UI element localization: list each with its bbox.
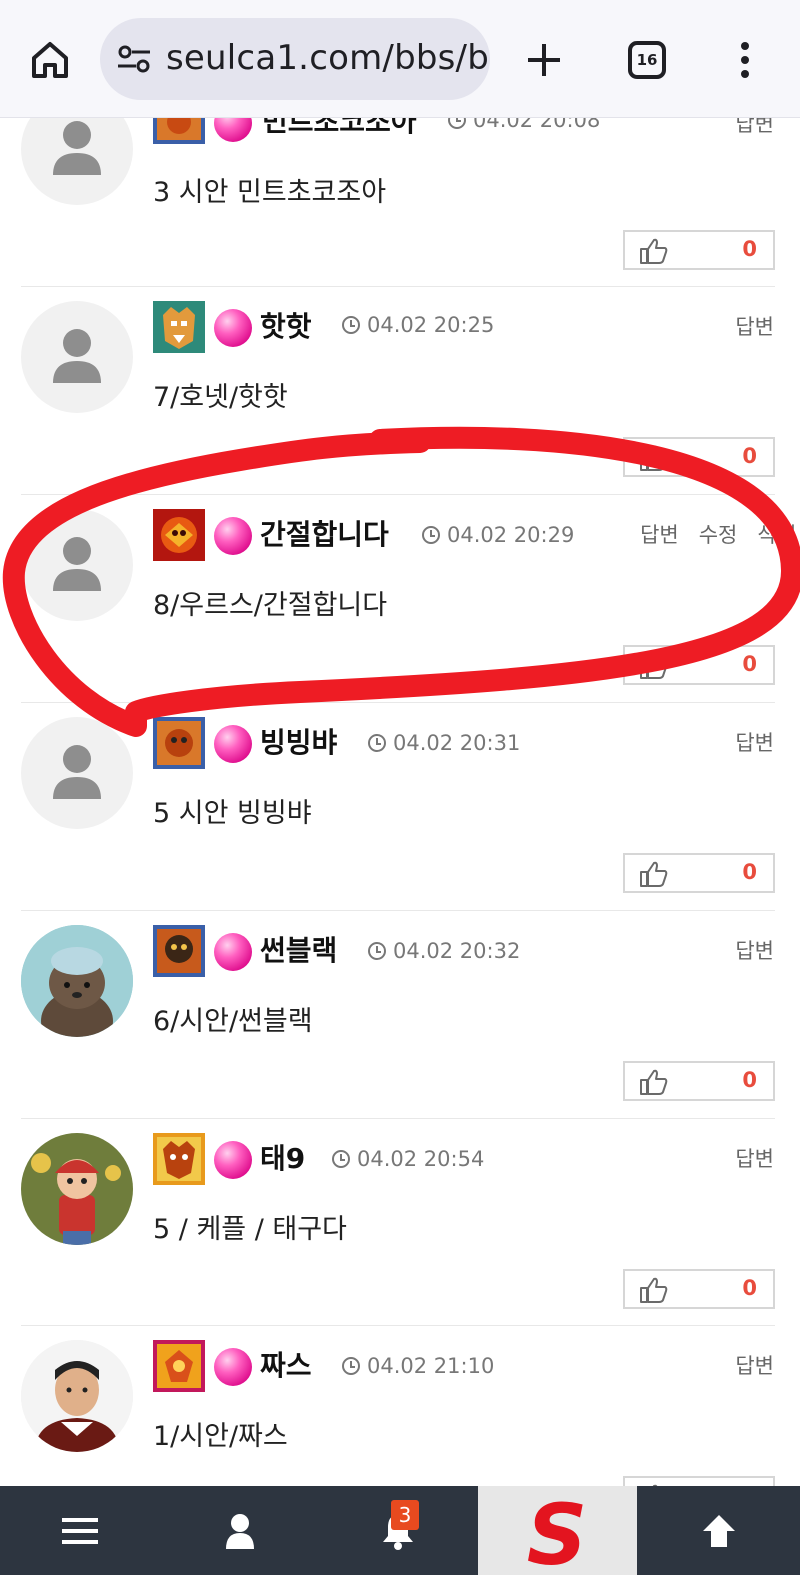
- new-tab-icon[interactable]: [522, 38, 566, 82]
- comment-time: 04.02 20:32: [368, 939, 520, 963]
- comment-author[interactable]: 태9: [260, 1137, 305, 1177]
- browser-toolbar: seulca1.com/bbs/b 16: [0, 0, 800, 118]
- avatar[interactable]: [21, 301, 133, 413]
- level-icon: [153, 301, 205, 353]
- site-settings-icon[interactable]: [116, 42, 152, 76]
- thumbs-up-icon: [640, 653, 668, 679]
- reply-button[interactable]: 답변: [735, 315, 774, 339]
- comment-time: 04.02 20:31: [368, 731, 520, 755]
- comment-item: 핫핫 04.02 20:25 답변 7/호넷/핫핫 0: [0, 287, 800, 495]
- level-icon: [153, 717, 205, 769]
- avatar[interactable]: [21, 1340, 133, 1452]
- thumbs-up-icon: [640, 1277, 668, 1303]
- profile-button[interactable]: [160, 1486, 320, 1575]
- comment-content: 5 시안 빙빙뱌: [153, 798, 312, 829]
- comment-content: 7/호넷/핫핫: [153, 382, 288, 413]
- like-count: 0: [742, 1276, 757, 1300]
- like-button[interactable]: 0: [623, 645, 775, 685]
- thumbs-up-icon: [640, 238, 668, 264]
- like-count: 0: [742, 652, 757, 676]
- site-logo: S: [527, 1486, 588, 1575]
- tab-switcher-button[interactable]: 16: [628, 41, 666, 79]
- member-grade-icon: [214, 1141, 252, 1179]
- avatar[interactable]: [21, 1133, 133, 1245]
- comment-item: 썬블랙 04.02 20:32 답변 6/시안/썬블랙 0: [0, 911, 800, 1119]
- member-grade-icon: [214, 309, 252, 347]
- comment-actions: 답변: [715, 1350, 774, 1380]
- user-icon: [226, 1513, 254, 1549]
- clock-icon: [422, 526, 440, 544]
- avatar[interactable]: [21, 509, 133, 621]
- clock-icon: [342, 1357, 360, 1375]
- like-button[interactable]: 0: [623, 853, 775, 893]
- like-count: 0: [742, 860, 757, 884]
- thumbs-up-icon: [640, 861, 668, 887]
- comment-item: 간절합니다 04.02 20:29 답변 수정 삭제 8/우르스/간절합니다 0: [0, 495, 800, 703]
- avatar[interactable]: [21, 925, 133, 1037]
- clock-icon: [368, 942, 386, 960]
- like-button[interactable]: 0: [623, 230, 775, 270]
- svg-text:S: S: [527, 1486, 588, 1575]
- comment-time: 04.02 20:54: [332, 1147, 484, 1171]
- menu-button[interactable]: [0, 1486, 160, 1575]
- like-count: 0: [742, 237, 757, 261]
- comment-actions: 답변: [715, 311, 774, 341]
- level-icon: [153, 1340, 205, 1392]
- reply-button[interactable]: 답변: [735, 939, 774, 963]
- level-icon: [153, 925, 205, 977]
- comment-content: 8/우르스/간절합니다: [153, 590, 388, 621]
- thumbs-up-icon: [640, 445, 668, 471]
- menu-icon: [62, 1517, 98, 1544]
- comment-content: 5 / 케플 / 태구다: [153, 1214, 347, 1245]
- like-count: 0: [742, 444, 757, 468]
- reply-button[interactable]: 답변: [735, 1147, 774, 1171]
- comment-time: 04.02 20:29: [422, 523, 574, 547]
- reply-button[interactable]: 답변: [735, 731, 774, 755]
- comment-author[interactable]: 간절합니다: [260, 513, 389, 553]
- edit-button[interactable]: 수정: [699, 523, 738, 547]
- level-icon: [153, 1133, 205, 1185]
- like-button[interactable]: 0: [623, 437, 775, 477]
- comment-actions: 답변: [715, 727, 774, 757]
- reply-button[interactable]: 답변: [735, 1354, 774, 1378]
- notification-badge: 3: [391, 1500, 419, 1530]
- member-grade-icon: [214, 1348, 252, 1386]
- delete-button[interactable]: 삭제: [757, 523, 796, 547]
- comment-actions: 답변 수정 삭제: [620, 519, 796, 549]
- comment-item: 태9 04.02 20:54 답변 5 / 케플 / 태구다 0: [0, 1119, 800, 1327]
- site-logo-button[interactable]: S: [478, 1486, 637, 1575]
- avatar[interactable]: [21, 717, 133, 829]
- address-bar[interactable]: seulca1.com/bbs/b: [100, 18, 490, 100]
- comment-time: 04.02 21:10: [342, 1354, 494, 1378]
- comment-content: 3 시안 민트초코조아: [153, 177, 387, 208]
- thumbs-up-icon: [640, 1069, 668, 1095]
- clock-icon: [342, 316, 360, 334]
- comment-actions: 답변: [715, 1143, 774, 1173]
- comment-author[interactable]: 핫핫: [260, 305, 312, 345]
- comment-item: 빙빙뱌 04.02 20:31 답변 5 시안 빙빙뱌 0: [0, 703, 800, 911]
- member-grade-icon: [214, 933, 252, 971]
- url-text[interactable]: seulca1.com/bbs/b: [166, 38, 489, 78]
- level-icon: [153, 509, 205, 561]
- member-grade-icon: [214, 725, 252, 763]
- like-button[interactable]: 0: [623, 1269, 775, 1309]
- member-grade-icon: [214, 517, 252, 555]
- comment-author[interactable]: 빙빙뱌: [260, 721, 337, 761]
- comment-author[interactable]: 짜스: [260, 1344, 312, 1384]
- comment-content: 6/시안/썬블랙: [153, 1006, 313, 1037]
- comment-time: 04.02 20:25: [342, 313, 494, 337]
- comment-content: 1/시안/짜스: [153, 1421, 288, 1452]
- reply-button[interactable]: 답변: [640, 523, 679, 547]
- comment-actions: 답변: [715, 935, 774, 965]
- clock-icon: [332, 1150, 350, 1168]
- arrow-up-icon: [702, 1514, 735, 1547]
- clock-icon: [368, 734, 386, 752]
- comment-list: 민트초코조아 04.02 20:08 답변 3 시안 민트초코조아 0 핫핫 0…: [0, 0, 800, 1575]
- scroll-top-button[interactable]: [637, 1486, 800, 1575]
- more-menu-icon[interactable]: [730, 38, 760, 82]
- like-count: 0: [742, 1068, 757, 1092]
- home-icon[interactable]: [28, 38, 72, 82]
- like-button[interactable]: 0: [623, 1061, 775, 1101]
- comment-author[interactable]: 썬블랙: [260, 929, 337, 969]
